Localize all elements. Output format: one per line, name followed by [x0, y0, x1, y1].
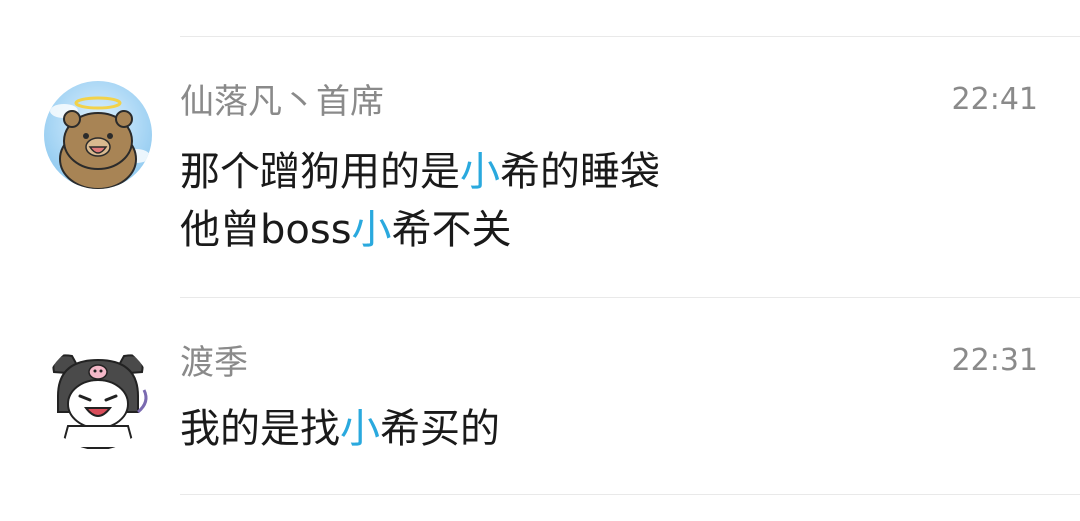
avatar[interactable]	[44, 81, 152, 189]
sender-name[interactable]: 渡季	[180, 343, 248, 383]
bear-angel-avatar-icon	[44, 81, 152, 189]
text-segment: 希买的	[380, 406, 500, 452]
sender-name[interactable]: 仙落凡丶首席	[180, 82, 384, 122]
timestamp: 22:31	[951, 343, 1038, 378]
comment-text: 我的是找小希买的	[180, 400, 500, 458]
divider-middle	[180, 297, 1080, 298]
divider-top	[180, 36, 1080, 37]
comment-line: 他曾boss小希不关	[180, 201, 660, 259]
highlighted-keyword[interactable]: 小	[352, 207, 392, 253]
text-segment: 那个蹭狗用的是	[180, 149, 460, 195]
comment-line: 我的是找小希买的	[180, 400, 500, 458]
highlighted-keyword[interactable]: 小	[340, 406, 380, 452]
text-segment: 希不关	[391, 207, 512, 253]
comment-line: 那个蹭狗用的是小希的睡袋	[180, 143, 660, 201]
highlighted-keyword[interactable]: 小	[460, 149, 500, 195]
divider-bottom	[180, 494, 1080, 495]
text-segment: 他曾boss	[180, 207, 352, 253]
avatar[interactable]	[44, 342, 152, 450]
timestamp: 22:41	[951, 82, 1038, 117]
text-segment: 希的睡袋	[500, 149, 660, 195]
comment-text: 那个蹭狗用的是小希的睡袋 他曾boss小希不关	[180, 143, 660, 259]
kuromi-avatar-icon	[44, 342, 152, 450]
text-segment: 我的是找	[180, 406, 340, 452]
